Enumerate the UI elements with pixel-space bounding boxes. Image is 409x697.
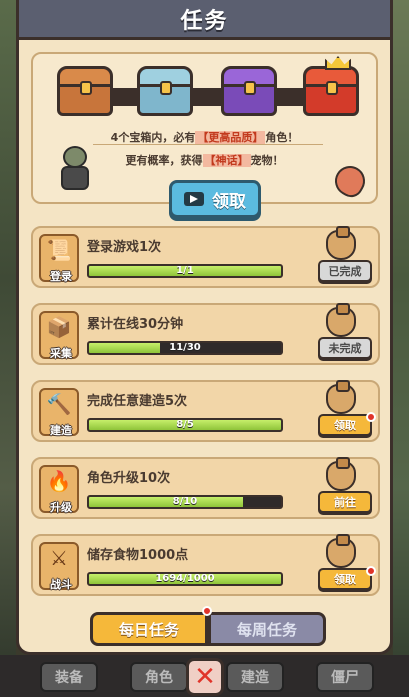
nav-build[interactable]: 建造 <box>226 662 284 692</box>
task-progress-bar: 1694/1000 <box>87 572 283 586</box>
task-claim-button[interactable]: 领取 <box>318 414 372 436</box>
close-icon[interactable]: ✕ <box>186 658 224 696</box>
blue-chest-icon[interactable] <box>137 66 193 116</box>
notification-dot <box>202 606 212 616</box>
panel-header: 任务 <box>19 0 390 40</box>
tab-weekly-tasks[interactable]: 每周任务 <box>208 612 326 646</box>
reward-bag-icon <box>326 380 356 414</box>
scroll-icon: 📜 登录 <box>39 234 79 283</box>
task-title: 累计在线30分钟 <box>87 317 184 332</box>
background-left <box>0 0 16 697</box>
nav-zombie[interactable]: 僵尸 <box>316 662 374 692</box>
chest-description-line1: 4个宝箱内，必有 【更高品质】 角色！ <box>110 131 299 144</box>
notification-dot <box>366 566 376 576</box>
purple-chest-icon[interactable] <box>221 66 277 116</box>
task-row-levelup: 🔥 升级 角色升级10次 8/10 前往 <box>31 457 380 519</box>
divider <box>93 144 323 145</box>
task-title: 储存食物1000点 <box>87 548 189 563</box>
claim-chest-button[interactable]: 领取 <box>169 180 261 218</box>
zombie-character-icon <box>55 146 95 196</box>
task-title: 完成任意建造5次 <box>87 394 188 409</box>
crown-icon <box>325 56 351 70</box>
task-progress-bar: 1/1 <box>87 264 283 278</box>
task-panel: 任务 4个宝箱内，必有 【更高品质】 角色！ 更有概率，获得 【神话】 宠物！ 领取 📜… <box>16 0 393 655</box>
task-title: 角色升级10次 <box>87 471 171 486</box>
page-title: 任务 <box>180 8 229 34</box>
task-completed-button[interactable]: 已完成 <box>318 260 372 282</box>
notification-dot <box>366 412 376 422</box>
tab-daily-tasks[interactable]: 每日任务 <box>90 612 208 646</box>
reward-bag-icon <box>326 534 356 568</box>
task-tabs: 每日任务 每周任务 <box>90 606 326 646</box>
task-title: 登录游戏1次 <box>87 240 162 255</box>
video-icon <box>184 192 204 206</box>
campfire-icon: 🔥 升级 <box>39 465 79 514</box>
crate-icon: 📦 采集 <box>39 311 79 360</box>
background-right <box>393 0 409 697</box>
red-gold-chest-icon[interactable] <box>303 66 359 116</box>
task-go-button[interactable]: 前往 <box>318 491 372 513</box>
nav-equipment[interactable]: 装备 <box>40 662 98 692</box>
task-row-online: 📦 采集 累计在线30分钟 11/30 未完成 <box>31 303 380 365</box>
task-progress-bar: 8/10 <box>87 495 283 509</box>
task-progress-bar: 8/5 <box>87 418 283 432</box>
reward-bag-icon <box>326 226 356 260</box>
wooden-chest-icon[interactable] <box>57 66 113 116</box>
task-row-food: ⚔ 战斗 储存食物1000点 1694/1000 领取 <box>31 534 380 596</box>
task-row-login: 📜 登录 登录游戏1次 1/1 已完成 <box>31 226 380 288</box>
claim-chest-label: 领取 <box>212 191 246 212</box>
reward-bag-icon <box>326 303 356 337</box>
crossed-swords-icon: ⚔ 战斗 <box>39 542 79 591</box>
task-incomplete-button[interactable]: 未完成 <box>318 337 372 359</box>
reward-bag-icon <box>326 457 356 491</box>
task-progress-bar: 11/30 <box>87 341 283 355</box>
hammer-icon: 🔨 建造 <box>39 388 79 437</box>
task-claim-button[interactable]: 领取 <box>318 568 372 590</box>
task-row-build: 🔨 建造 完成任意建造5次 8/5 领取 <box>31 380 380 442</box>
nav-characters[interactable]: 角色 <box>130 662 188 692</box>
